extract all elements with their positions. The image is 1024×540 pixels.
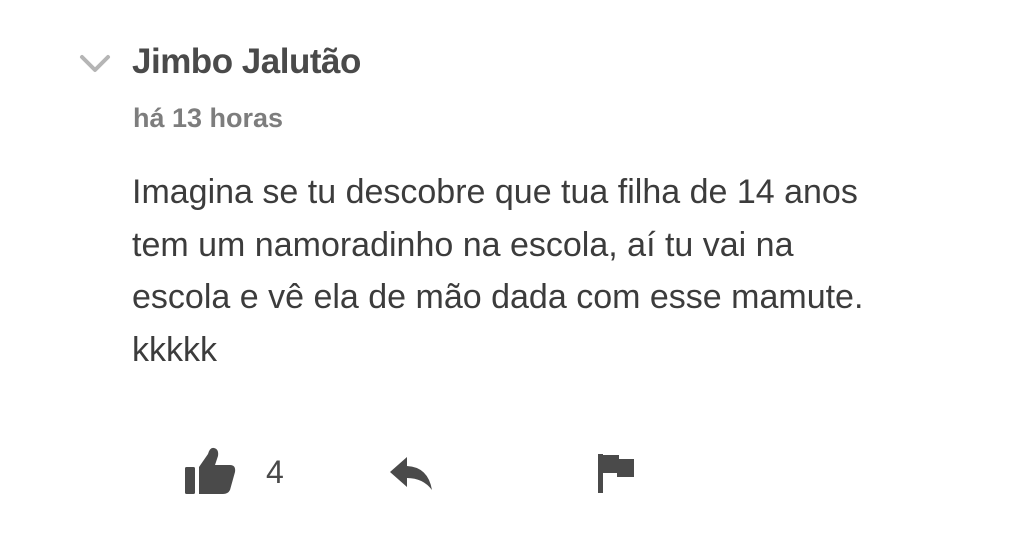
like-count: 4 xyxy=(266,454,284,490)
comment-body-line: Imagina se tu descobre que tua filha de … xyxy=(132,173,858,211)
chevron-down-icon xyxy=(80,55,110,72)
collapse-toggle[interactable] xyxy=(78,50,112,76)
comment-body-line: tem um namoradinho na escola, aí tu vai … xyxy=(132,225,794,264)
reply-button[interactable] xyxy=(388,454,434,494)
thumbs-up-icon xyxy=(185,447,236,494)
like-button[interactable] xyxy=(184,446,240,496)
author-name[interactable]: Jimbo Jalutão xyxy=(132,38,361,86)
flag-button[interactable] xyxy=(597,452,637,494)
flag-icon xyxy=(598,454,634,493)
comment-body-line: escola e vê ela de mão dada com esse mam… xyxy=(132,278,864,316)
reply-arrow-icon xyxy=(390,457,432,490)
comment-timestamp: há 13 horas xyxy=(133,103,284,133)
comment: Jimbo Jalutão há 13 horas Imagina se tu … xyxy=(0,0,1024,540)
comment-body: Imagina se tu descobre que tua filha de … xyxy=(132,166,992,376)
comment-body-line: kkkkk xyxy=(132,330,217,369)
